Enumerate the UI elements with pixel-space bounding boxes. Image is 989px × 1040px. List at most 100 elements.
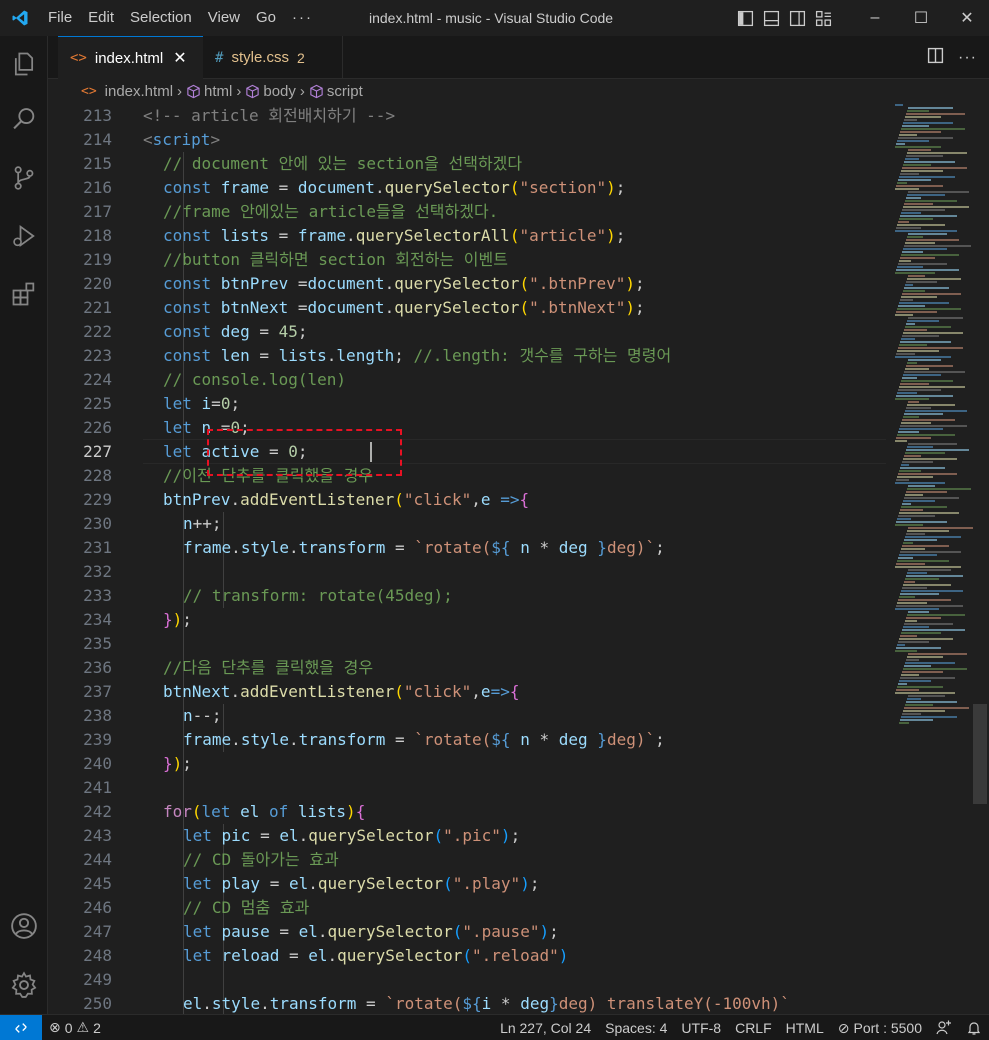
code-line[interactable]: 239 frame.style.transform = `rotate(${ n …	[48, 728, 888, 752]
vscode-window: File Edit Selection View Go ··· index.ht…	[0, 0, 989, 1040]
menu-selection[interactable]: Selection	[122, 0, 200, 36]
line-number: 237	[83, 682, 112, 701]
code-line[interactable]: 241	[48, 776, 888, 800]
code-line[interactable]: 227 let active = 0;	[48, 440, 888, 464]
manage-gear-icon[interactable]	[0, 961, 48, 1009]
minimap-line	[904, 413, 943, 415]
customize-layout-icon[interactable]	[810, 0, 836, 36]
code-line[interactable]: 247 let pause = el.querySelector(".pause"…	[48, 920, 888, 944]
code-line[interactable]: 213 <!-- article 회전배치하기 -->	[48, 104, 888, 128]
notifications-bell-icon[interactable]	[959, 1015, 989, 1040]
code-line[interactable]: 236 //다음 단추를 클릭했을 경우	[48, 656, 888, 680]
split-editor-icon[interactable]	[927, 47, 944, 69]
code-line[interactable]: 246 // CD 멈춤 효과	[48, 896, 888, 920]
breadcrumb-html[interactable]: html	[186, 83, 232, 100]
code-line[interactable]: 225 let i=0;	[48, 392, 888, 416]
code-line[interactable]: 231 frame.style.transform = `rotate(${ n …	[48, 536, 888, 560]
code-line[interactable]: 249	[48, 968, 888, 992]
minimap-line	[904, 245, 971, 247]
line-number: 242	[83, 802, 112, 821]
code-token: (	[519, 274, 530, 293]
code-line[interactable]: 217 //frame 안에있는 article들을 선택하겠다.	[48, 200, 888, 224]
tab-index-html[interactable]: <> index.html ✕	[58, 36, 203, 79]
code-line[interactable]: 238 n--;	[48, 704, 888, 728]
code-line[interactable]: 215 // document 안에 있는 section을 선택하겠다	[48, 152, 888, 176]
menu-go[interactable]: Go	[248, 0, 284, 36]
more-actions-icon[interactable]: ···	[958, 49, 977, 67]
code-line[interactable]: 222 const deg = 45;	[48, 320, 888, 344]
minimap-line	[908, 317, 963, 319]
code-line[interactable]: 226 let n =0;	[48, 416, 888, 440]
code-token: *	[529, 538, 559, 557]
menu-edit[interactable]: Edit	[80, 0, 122, 36]
tab-style-css[interactable]: # style.css 2	[203, 36, 343, 79]
minimize-button[interactable]: –	[852, 0, 898, 36]
code-line[interactable]: 229 btnPrev.addEventListener("click",e =>…	[48, 488, 888, 512]
vscode-logo-icon[interactable]	[0, 0, 40, 36]
code-line[interactable]: 232	[48, 560, 888, 584]
minimap-line	[901, 254, 959, 256]
maximize-button[interactable]: ☐	[898, 0, 944, 36]
code-line[interactable]: 214 <script>	[48, 128, 888, 152]
minimap[interactable]	[893, 104, 979, 1014]
code-line[interactable]: 240});	[48, 752, 888, 776]
encoding[interactable]: UTF-8	[674, 1015, 728, 1040]
code-line[interactable]: 221 const btnNext =document.querySelector…	[48, 296, 888, 320]
minimap-line	[902, 377, 917, 379]
code-line[interactable]: 234});	[48, 608, 888, 632]
code-line[interactable]: 220 const btnPrev =document.querySelector…	[48, 272, 888, 296]
code-line[interactable]: 218 const lists = frame.querySelectorAll(…	[48, 224, 888, 248]
line-number: 226	[83, 418, 112, 437]
close-tab-icon[interactable]: ✕	[173, 48, 186, 68]
breadcrumb-script[interactable]: script	[309, 83, 363, 100]
minimap-line	[895, 104, 903, 106]
vertical-scrollbar-thumb[interactable]	[973, 704, 987, 804]
live-server-port[interactable]: ⊘ Port : 5500	[831, 1015, 929, 1040]
code-line[interactable]: 216 const frame = document.querySelector(…	[48, 176, 888, 200]
explorer-icon[interactable]	[0, 40, 48, 88]
line-number: 223	[83, 346, 112, 365]
code-line[interactable]: 237 btnNext.addEventListener("click",e=>{	[48, 680, 888, 704]
breadcrumb-body[interactable]: body	[245, 83, 296, 100]
toggle-secondary-sidebar-icon[interactable]	[784, 0, 810, 36]
accounts-icon[interactable]	[0, 902, 48, 950]
code-line[interactable]: 228//이전 단추를 클릭했을 경우	[48, 464, 888, 488]
code-line[interactable]: 250 el.style.transform = `rotate(${i * de…	[48, 992, 888, 1014]
menu-view[interactable]: View	[200, 0, 248, 36]
code-line[interactable]: 223 const len = lists.length; //.length: …	[48, 344, 888, 368]
code-line[interactable]: 233 // transform: rotate(45deg);	[48, 584, 888, 608]
source-control-icon[interactable]	[0, 154, 48, 202]
breadcrumb-file[interactable]: <> index.html	[81, 83, 173, 100]
code-line[interactable]: 248 let reload = el.querySelector(".reloa…	[48, 944, 888, 968]
indentation[interactable]: Spaces: 4	[598, 1015, 674, 1040]
code-line[interactable]: 230 n++;	[48, 512, 888, 536]
code-line[interactable]: 219 //button 클릭하면 section 회전하는 이벤트	[48, 248, 888, 272]
end-of-line[interactable]: CRLF	[728, 1015, 779, 1040]
code-token: lists	[278, 346, 327, 365]
language-mode[interactable]: HTML	[779, 1015, 831, 1040]
code-token: el	[183, 994, 203, 1013]
code-line[interactable]: 244 // CD 돌아가는 효과	[48, 848, 888, 872]
remote-indicator-icon[interactable]	[0, 1014, 42, 1040]
search-icon[interactable]	[0, 95, 48, 143]
menu-file[interactable]: File	[40, 0, 80, 36]
code-line[interactable]: 235	[48, 632, 888, 656]
menu-more[interactable]: ···	[284, 0, 321, 36]
line-number: 248	[83, 946, 112, 965]
code-line[interactable]: 242 for(let el of lists){	[48, 800, 888, 824]
code-token: }	[597, 730, 607, 749]
toggle-panel-icon[interactable]	[758, 0, 784, 36]
problems-status[interactable]: ⊗ 0 ⚠ 2	[42, 1015, 108, 1040]
code-line[interactable]: 245 let play = el.querySelector(".play");	[48, 872, 888, 896]
code-line[interactable]: 224 // console.log(len)	[48, 368, 888, 392]
code-line[interactable]: 243 let pic = el.querySelector(".pic");	[48, 824, 888, 848]
run-and-debug-icon[interactable]	[0, 212, 48, 260]
toggle-primary-sidebar-icon[interactable]	[732, 0, 758, 36]
close-window-button[interactable]: ✕	[944, 0, 989, 36]
accounts-status-icon[interactable]	[929, 1015, 959, 1040]
minimap-line	[896, 227, 921, 229]
code-token: // console.log(len)	[163, 370, 347, 389]
code-editor[interactable]: 213 <!-- article 회전배치하기 --> 214 <script> 215…	[48, 104, 989, 1014]
cursor-position[interactable]: Ln 227, Col 24	[493, 1015, 598, 1040]
extensions-icon[interactable]	[0, 270, 48, 318]
